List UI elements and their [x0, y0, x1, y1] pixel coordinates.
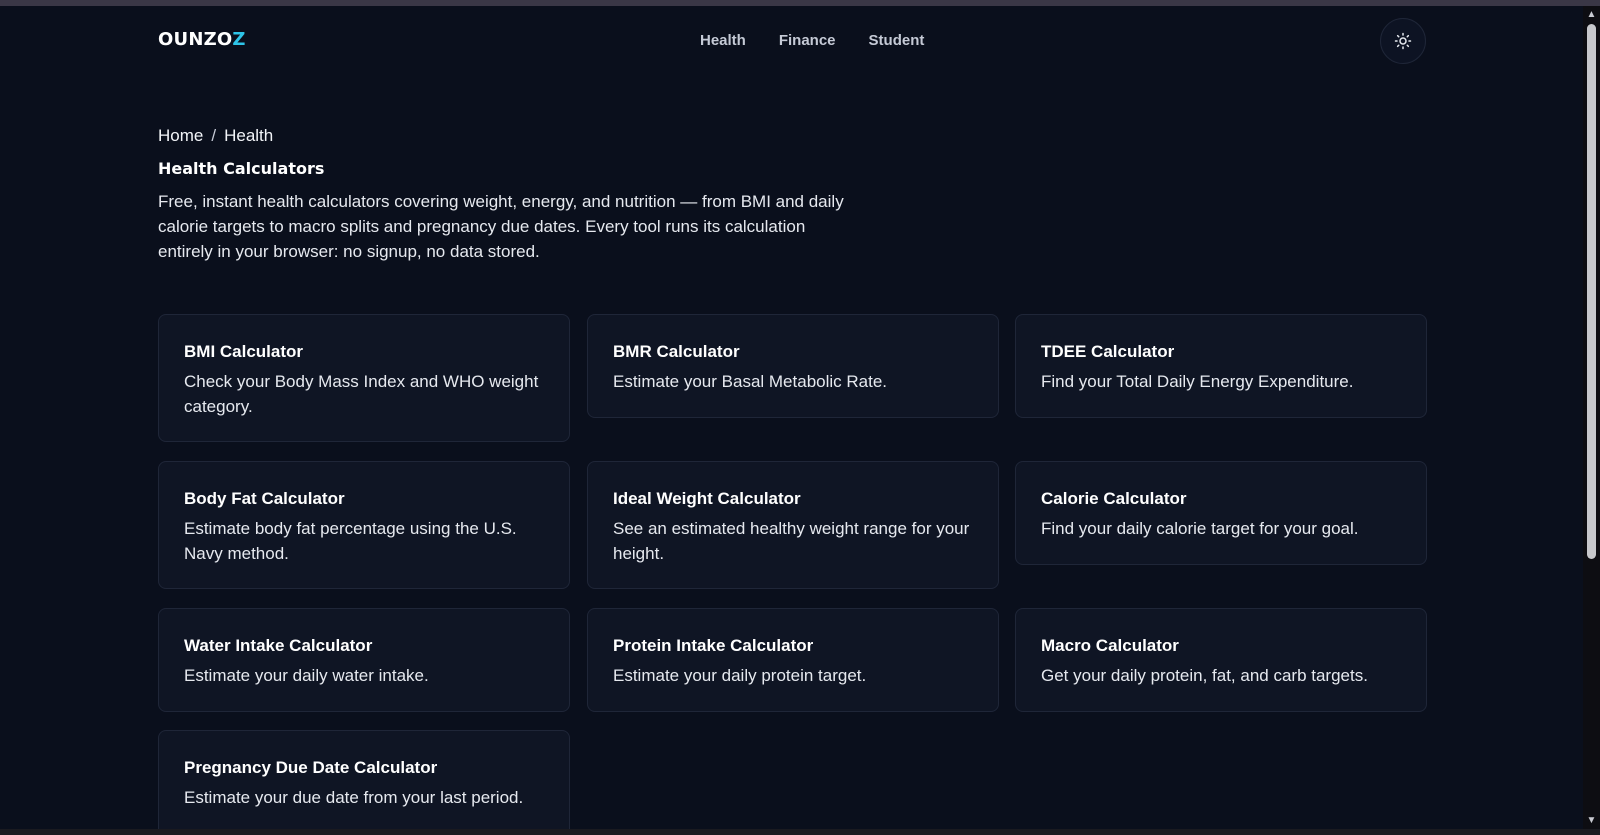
window-bottom-strip	[0, 829, 1600, 835]
card-protein-intake-calculator[interactable]: Protein Intake Calculator Estimate your …	[587, 608, 999, 712]
card-title: Pregnancy Due Date Calculator	[184, 758, 438, 777]
vertical-scrollbar[interactable]: ▲ ▼	[1583, 6, 1600, 829]
card-macro-calculator[interactable]: Macro Calculator Get your daily protein,…	[1015, 608, 1427, 712]
card-bmr-calculator[interactable]: BMR Calculator Estimate your Basal Metab…	[587, 314, 999, 418]
card-title: BMI Calculator	[184, 342, 304, 361]
card-calorie-calculator[interactable]: Calorie Calculator Find your daily calor…	[1015, 461, 1427, 565]
scroll-up-arrow-icon[interactable]: ▲	[1583, 6, 1600, 23]
logo-accent: Z	[232, 29, 246, 50]
page: OUNZOZ Health Finance Student Home / Healt…	[0, 6, 1583, 829]
card-title: BMR Calculator	[613, 342, 740, 361]
nav-health[interactable]: Health	[700, 32, 746, 49]
logo-text: OUNZO	[158, 29, 233, 50]
card-description: Estimate your daily water intake.	[184, 666, 429, 685]
page-intro: Free, instant health calculators coverin…	[158, 192, 844, 261]
card-title: Protein Intake Calculator	[613, 636, 814, 655]
card-tdee-calculator[interactable]: TDEE Calculator Find your Total Daily En…	[1015, 314, 1427, 418]
scroll-down-arrow-icon[interactable]: ▼	[1583, 812, 1600, 829]
card-bmi-calculator[interactable]: BMI Calculator Check your Body Mass Inde…	[158, 314, 570, 442]
scrollbar-thumb[interactable]	[1587, 24, 1596, 559]
site-logo[interactable]: OUNZOZ	[158, 29, 246, 50]
main-nav: Health Finance Student	[700, 32, 957, 49]
theme-toggle-button[interactable]	[1380, 18, 1426, 64]
card-title: TDEE Calculator	[1041, 342, 1175, 361]
card-description: Find your Total Daily Energy Expenditure…	[1041, 372, 1354, 391]
card-description: Estimate your daily protein target.	[613, 666, 867, 685]
card-body-fat-calculator[interactable]: Body Fat Calculator Estimate body fat pe…	[158, 461, 570, 589]
card-description: Estimate body fat percentage using the U…	[184, 519, 517, 563]
card-description: See an estimated healthy weight range fo…	[613, 519, 970, 563]
breadcrumb-current: Health	[224, 126, 274, 145]
card-description: Check your Body Mass Index and WHO weigh…	[184, 372, 539, 416]
card-description: Estimate your Basal Metabolic Rate.	[613, 372, 888, 391]
card-title: Ideal Weight Calculator	[613, 489, 801, 508]
breadcrumb: Home / Health	[158, 126, 273, 146]
nav-student[interactable]: Student	[869, 32, 925, 49]
nav-finance[interactable]: Finance	[779, 32, 836, 49]
card-description: Get your daily protein, fat, and carb ta…	[1041, 666, 1368, 685]
card-water-intake-calculator[interactable]: Water Intake Calculator Estimate your da…	[158, 608, 570, 712]
card-pregnancy-due-date-calculator[interactable]: Pregnancy Due Date Calculator Estimate y…	[158, 730, 570, 829]
card-title: Body Fat Calculator	[184, 489, 345, 508]
sun-icon	[1394, 32, 1412, 50]
card-description: Estimate your due date from your last pe…	[184, 788, 524, 807]
card-description: Find your daily calorie target for your …	[1041, 519, 1359, 538]
card-title: Water Intake Calculator	[184, 636, 373, 655]
breadcrumb-separator: /	[211, 126, 217, 145]
breadcrumb-home[interactable]: Home	[158, 126, 203, 145]
page-title: Health Calculators	[158, 159, 325, 178]
card-ideal-weight-calculator[interactable]: Ideal Weight Calculator See an estimated…	[587, 461, 999, 589]
card-title: Calorie Calculator	[1041, 489, 1187, 508]
site-header: OUNZOZ Health Finance Student	[0, 6, 1583, 74]
card-title: Macro Calculator	[1041, 636, 1179, 655]
